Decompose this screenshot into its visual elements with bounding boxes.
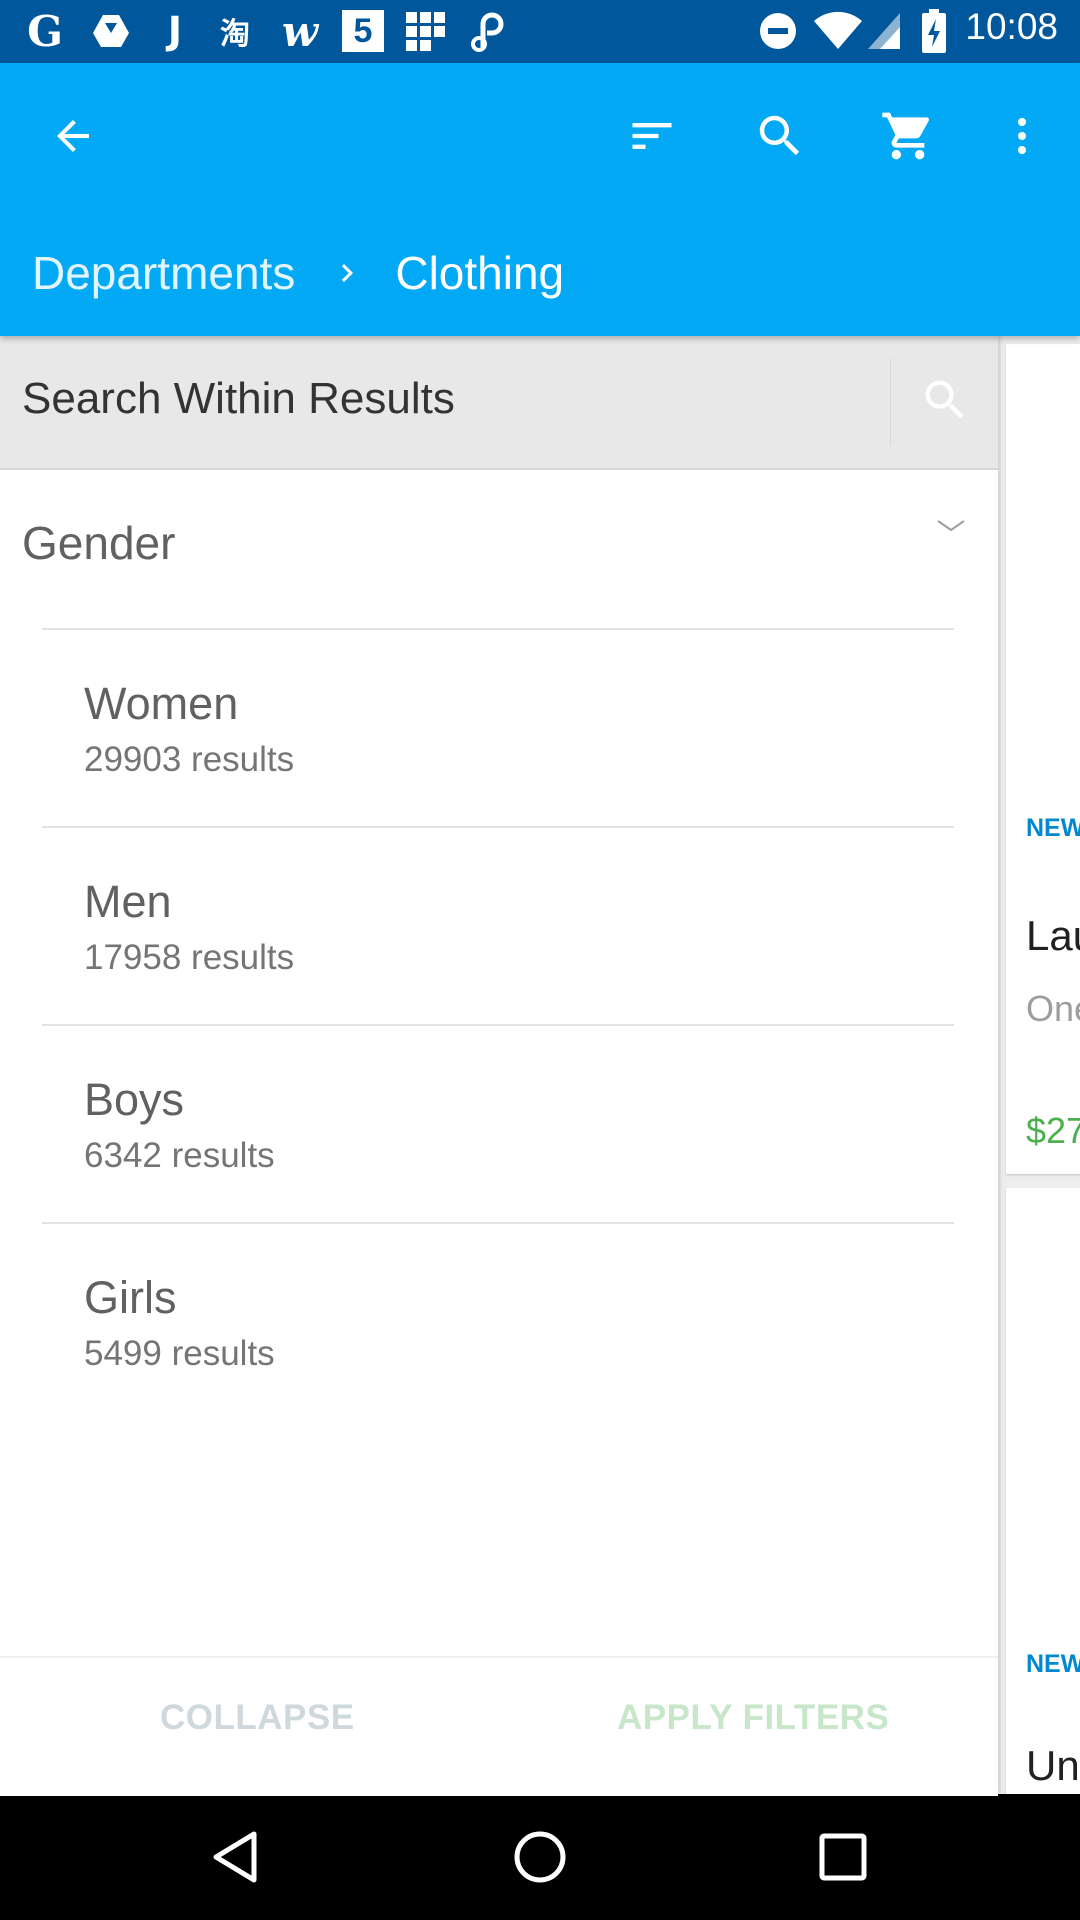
status-bar: G J 淘 w 5 10:08 — [0, 0, 1080, 63]
back-triangle-icon[interactable] — [190, 1812, 280, 1902]
chevron-right-icon — [329, 255, 365, 291]
collapse-button[interactable]: COLLAPSE — [160, 1698, 355, 1738]
back-arrow-icon[interactable] — [33, 96, 113, 176]
search-icon[interactable] — [740, 96, 820, 176]
wish-icon: w — [281, 6, 319, 56]
filter-option-men[interactable]: Men 17958 results — [42, 826, 954, 1026]
cart-icon[interactable] — [868, 96, 948, 176]
clock: 10:08 — [965, 6, 1058, 47]
product-price: $27 — [1026, 1110, 1080, 1151]
breadcrumb: Departments Clothing — [32, 238, 564, 308]
breadcrumb-departments[interactable]: Departments — [32, 246, 295, 300]
option-count: 5499 results — [84, 1334, 275, 1373]
recents-square-icon[interactable] — [798, 1812, 888, 1902]
link-app-icon — [466, 8, 512, 54]
chevron-down-icon — [936, 516, 966, 541]
product-subtitle: One — [1026, 988, 1080, 1029]
search-input[interactable]: Search Within Results — [22, 374, 455, 424]
j-app-icon: J — [167, 9, 183, 53]
app-bar: Departments Clothing — [0, 63, 1080, 336]
product-card[interactable]: NEW Lau One $27 — [1006, 344, 1080, 1174]
option-count: 29903 results — [84, 740, 295, 779]
filter-option-women[interactable]: Women 29903 results — [42, 628, 954, 828]
sort-icon[interactable] — [612, 96, 692, 176]
section-title: Gender — [22, 517, 176, 569]
product-card[interactable]: NEW Un — [1006, 1188, 1080, 1808]
filter-footer: COLLAPSE APPLY FILTERS — [0, 1656, 998, 1796]
google-icon: G — [27, 6, 63, 56]
gender-section-header[interactable]: Gender — [0, 498, 998, 598]
search-icon — [919, 374, 971, 431]
battery-charging-icon — [918, 8, 950, 54]
new-badge: NEW — [1026, 814, 1080, 842]
home-circle-icon[interactable] — [495, 1812, 585, 1902]
product-title: Un — [1026, 1742, 1080, 1789]
five-app-icon: 5 — [340, 8, 386, 54]
product-list: NEW Lau One $27 NEW Un — [998, 336, 1080, 1808]
option-label: Women — [84, 678, 239, 729]
breadcrumb-clothing: Clothing — [395, 247, 565, 299]
navigation-bar — [0, 1794, 1080, 1920]
filter-option-boys[interactable]: Boys 6342 results — [42, 1024, 954, 1224]
option-count: 17958 results — [84, 938, 295, 977]
taobao-icon: 淘 — [220, 17, 250, 52]
option-label: Men — [84, 876, 172, 927]
filter-option-girls[interactable]: Girls 5499 results — [42, 1222, 954, 1422]
more-vert-icon[interactable] — [982, 96, 1062, 176]
cell-signal-icon — [864, 8, 904, 54]
option-label: Boys — [84, 1074, 185, 1125]
grid-app-icon — [402, 8, 448, 54]
filter-panel: Search Within Results Gender Women 29903… — [0, 336, 998, 1796]
search-button[interactable] — [890, 358, 999, 446]
apply-filters-button[interactable]: APPLY FILTERS — [617, 1698, 889, 1738]
product-title: Lau — [1026, 912, 1080, 959]
drive-icon — [88, 8, 134, 54]
wifi-icon — [812, 8, 864, 54]
search-within-results: Search Within Results — [0, 336, 998, 470]
do-not-disturb-icon — [756, 8, 800, 54]
option-label: Girls — [84, 1272, 177, 1323]
new-badge: NEW — [1026, 1650, 1080, 1678]
option-count: 6342 results — [84, 1136, 275, 1175]
